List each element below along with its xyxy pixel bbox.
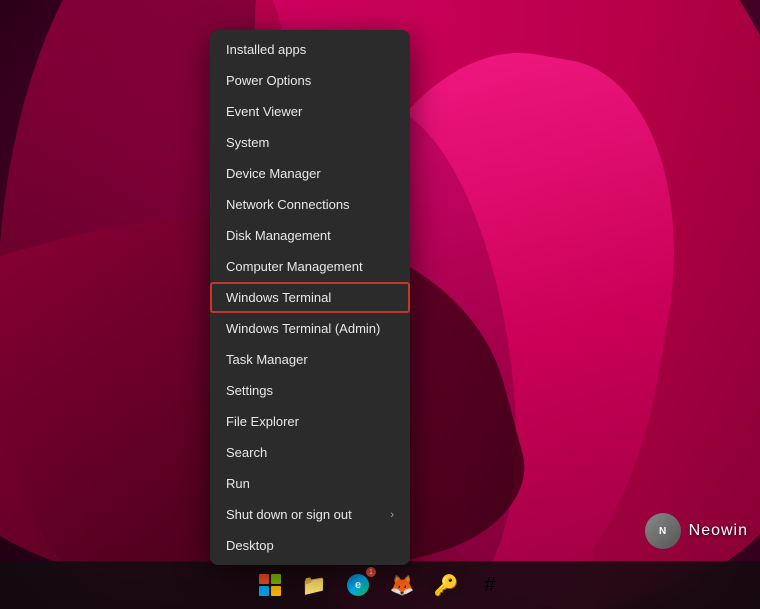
menu-item-label-file-explorer: File Explorer: [226, 414, 299, 429]
slack-icon: #: [484, 574, 495, 597]
menu-item-label-disk-management: Disk Management: [226, 228, 331, 243]
menu-item-device-manager[interactable]: Device Manager: [210, 158, 410, 189]
menu-item-run[interactable]: Run: [210, 468, 410, 499]
neowin-logo: N: [645, 513, 681, 549]
menu-item-shut-down-sign-out[interactable]: Shut down or sign out ›: [210, 499, 410, 530]
menu-item-disk-management[interactable]: Disk Management: [210, 220, 410, 251]
menu-item-label-installed-apps: Installed apps: [226, 42, 306, 57]
menu-item-event-viewer[interactable]: Event Viewer: [210, 96, 410, 127]
taskbar: 📁 e 1 🦊 🔑 #: [0, 561, 760, 609]
edge-icon: e: [347, 574, 369, 596]
neowin-badge: N Neowin: [645, 513, 748, 549]
menu-item-windows-terminal[interactable]: Windows Terminal: [210, 282, 410, 313]
menu-item-network-connections[interactable]: Network Connections: [210, 189, 410, 220]
windows-logo-icon: [259, 574, 281, 596]
menu-item-settings[interactable]: Settings: [210, 375, 410, 406]
browser-taskbar-button[interactable]: 🦊: [382, 565, 422, 605]
menu-item-label-run: Run: [226, 476, 250, 491]
menu-item-search[interactable]: Search: [210, 437, 410, 468]
menu-item-file-explorer[interactable]: File Explorer: [210, 406, 410, 437]
folder-icon: 📁: [302, 573, 327, 598]
menu-item-label-network-connections: Network Connections: [226, 197, 350, 212]
file-explorer-taskbar-button[interactable]: 📁: [294, 565, 334, 605]
start-button[interactable]: [250, 565, 290, 605]
menu-item-label-windows-terminal: Windows Terminal: [226, 290, 331, 305]
menu-item-desktop[interactable]: Desktop: [210, 530, 410, 561]
edge-notification-badge: 1: [366, 567, 376, 577]
menu-item-label-system: System: [226, 135, 269, 150]
menu-item-label-event-viewer: Event Viewer: [226, 104, 302, 119]
browser-icon: 🦊: [390, 573, 415, 598]
menu-item-label-device-manager: Device Manager: [226, 166, 321, 181]
menu-item-power-options[interactable]: Power Options: [210, 65, 410, 96]
menu-item-task-manager[interactable]: Task Manager: [210, 344, 410, 375]
menu-item-windows-terminal-admin[interactable]: Windows Terminal (Admin): [210, 313, 410, 344]
1password-taskbar-button[interactable]: 🔑: [426, 565, 466, 605]
menu-item-label-settings: Settings: [226, 383, 273, 398]
1password-icon: 🔑: [434, 573, 459, 598]
neowin-text: Neowin: [689, 522, 748, 540]
slack-taskbar-button[interactable]: #: [470, 565, 510, 605]
menu-item-installed-apps[interactable]: Installed apps: [210, 34, 410, 65]
menu-item-label-windows-terminal-admin: Windows Terminal (Admin): [226, 321, 380, 336]
taskbar-icons: 📁 e 1 🦊 🔑 #: [250, 565, 510, 605]
menu-item-label-task-manager: Task Manager: [226, 352, 308, 367]
menu-item-label-power-options: Power Options: [226, 73, 311, 88]
menu-item-label-search: Search: [226, 445, 267, 460]
menu-item-system[interactable]: System: [210, 127, 410, 158]
menu-item-label-desktop: Desktop: [226, 538, 274, 553]
context-menu: Installed apps Power Options Event Viewer S…: [210, 30, 410, 565]
submenu-arrow-icon: ›: [390, 509, 394, 521]
edge-taskbar-button[interactable]: e 1: [338, 565, 378, 605]
menu-item-computer-management[interactable]: Computer Management: [210, 251, 410, 282]
menu-item-label-shut-down-sign-out: Shut down or sign out: [226, 507, 352, 522]
menu-item-label-computer-management: Computer Management: [226, 259, 363, 274]
